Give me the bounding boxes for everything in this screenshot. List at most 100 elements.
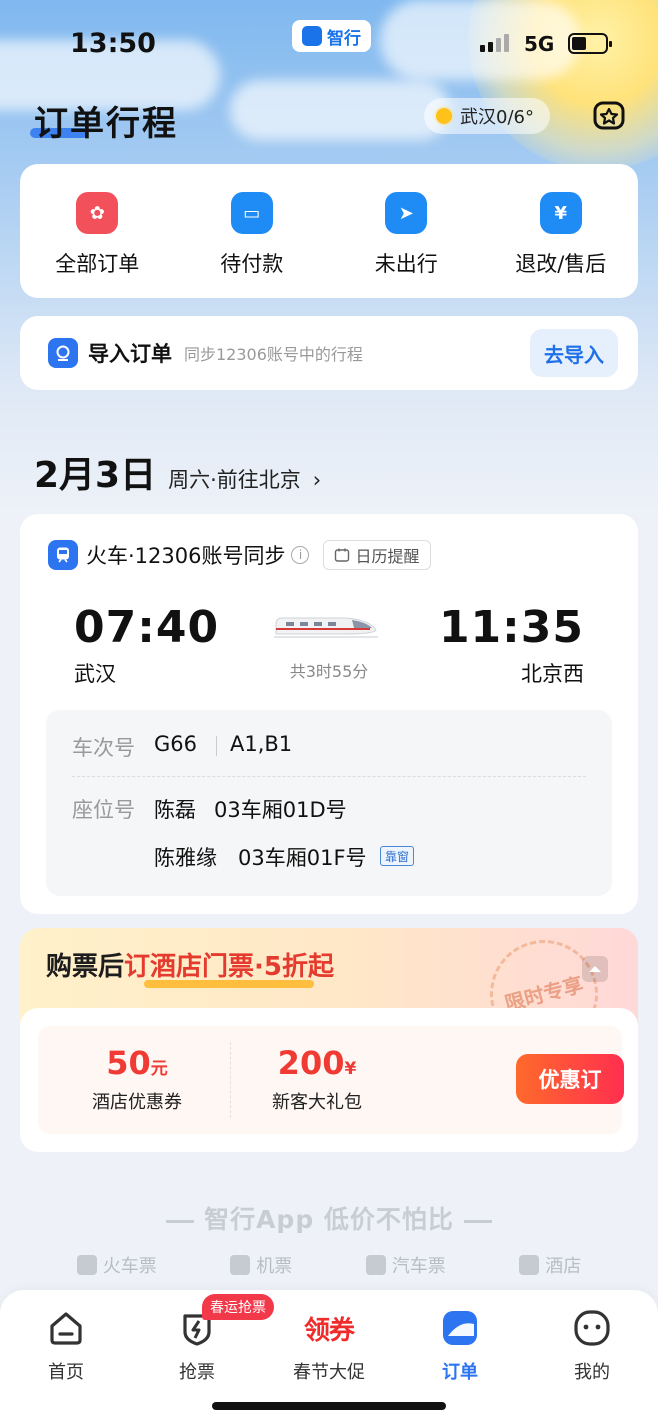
trip-type-label: 火车·12306账号同步 bbox=[86, 544, 286, 568]
status-time: 13:50 bbox=[70, 28, 156, 59]
trip-date-subtitle: 周六·前往北京 bbox=[168, 468, 301, 492]
hotel-icon bbox=[519, 1255, 540, 1275]
quick-link-label: 酒店 bbox=[545, 1256, 582, 1277]
menu-all-orders[interactable]: ✿ 全部订单 bbox=[20, 164, 175, 298]
menu-not-traveled[interactable]: ➤ 未出行 bbox=[329, 164, 484, 298]
bus-icon bbox=[365, 1255, 386, 1275]
import-title: 导入订单 bbox=[88, 342, 172, 366]
quick-link-label: 火车票 bbox=[102, 1256, 157, 1277]
menu-refund-after-sales[interactable]: ¥ 退改/售后 bbox=[484, 164, 639, 298]
sun-icon bbox=[436, 108, 452, 124]
trip-date: 2月3日 bbox=[34, 455, 157, 496]
coupon-unit: 元 bbox=[150, 1059, 168, 1079]
menu-label: 未出行 bbox=[374, 252, 438, 276]
coupon-unit: ¥ bbox=[344, 1059, 357, 1079]
menu-label: 全部订单 bbox=[55, 252, 140, 276]
signal-icon bbox=[480, 34, 509, 52]
ticket-detail-box: 车次号 G66 A1,B1 座位号 陈磊 03车厢01D号 陈雅缘 03车厢01… bbox=[46, 710, 612, 896]
quick-link-flight[interactable]: 机票 bbox=[230, 1252, 292, 1278]
train-number-label: 车次号 bbox=[72, 736, 135, 760]
trip-date-header[interactable]: 2月3日 周六·前往北京 › bbox=[34, 446, 321, 498]
orders-icon bbox=[443, 1311, 477, 1345]
all-orders-icon: ✿ bbox=[76, 192, 119, 234]
status-bar: 13:50 智行 5G bbox=[0, 0, 658, 90]
coupon-amount: 50 bbox=[106, 1044, 151, 1082]
home-indicator[interactable] bbox=[212, 1402, 446, 1410]
app-logo-icon bbox=[302, 26, 322, 46]
wallet-icon: ▭ bbox=[230, 192, 273, 234]
yen-icon: ¥ bbox=[539, 192, 582, 234]
go-import-button[interactable]: 去导入 bbox=[530, 329, 618, 377]
coupon-label: 酒店优惠券 bbox=[92, 1092, 182, 1113]
promo-title-part: 购票后 bbox=[46, 952, 125, 982]
calendar-icon bbox=[335, 548, 350, 562]
coupon-icon: 领券 bbox=[303, 1315, 355, 1346]
plane-icon bbox=[230, 1255, 251, 1275]
trip-card[interactable]: 火车·12306账号同步 i 日历提醒 07:40 武汉 共3时55分 11:3… bbox=[20, 514, 638, 914]
tab-mine[interactable]: 我的 bbox=[542, 1308, 642, 1384]
close-ad-icon[interactable] bbox=[582, 956, 608, 982]
coupon-label: 新客大礼包 bbox=[272, 1092, 362, 1113]
tab-spring-festival[interactable]: 领券 春节大促 bbox=[279, 1308, 379, 1384]
passenger-seat: 03车厢01F号 bbox=[238, 846, 367, 870]
quick-link-label: 机票 bbox=[256, 1256, 293, 1277]
new-user-package[interactable]: 200¥ 新客大礼包 bbox=[254, 1044, 380, 1114]
passenger-name: 陈磊 bbox=[154, 798, 196, 822]
import-icon bbox=[48, 338, 78, 368]
promo-title-discount: 5折起 bbox=[263, 952, 335, 982]
promo-title: 购票后订酒店门票·5折起 bbox=[46, 946, 334, 983]
train-icon bbox=[48, 540, 78, 570]
tab-label: 抢票 bbox=[179, 1362, 215, 1383]
promo-title-highlight: 订酒店门票 bbox=[124, 952, 255, 982]
coupon-strip: 50元 酒店优惠券 200¥ 新客大礼包 优惠订 bbox=[38, 1026, 624, 1134]
menu-label: 待付款 bbox=[220, 252, 284, 276]
coupon-divider bbox=[230, 1042, 231, 1118]
passenger-name: 陈雅缘 bbox=[154, 846, 217, 870]
quick-link-bus[interactable]: 汽车票 bbox=[365, 1252, 446, 1278]
spring-rush-badge: 春运抢票 bbox=[202, 1294, 274, 1320]
quick-link-train[interactable]: 火车票 bbox=[76, 1252, 157, 1278]
navigation-icon: ➤ bbox=[385, 192, 428, 234]
page-title: 订单行程 bbox=[34, 104, 178, 144]
hotel-coupon[interactable]: 50元 酒店优惠券 bbox=[74, 1044, 200, 1114]
train-icon bbox=[76, 1255, 97, 1275]
battery-icon bbox=[568, 33, 612, 54]
departure-time: 07:40 bbox=[74, 602, 220, 653]
high-speed-train-icon bbox=[274, 617, 378, 638]
menu-label: 退改/售后 bbox=[515, 252, 607, 276]
info-icon[interactable]: i bbox=[291, 546, 310, 564]
weather-text: 武汉0/6° bbox=[460, 107, 534, 128]
tab-label: 首页 bbox=[48, 1362, 84, 1383]
discount-book-button[interactable]: 优惠订 bbox=[516, 1054, 624, 1104]
slogan-text: 智行App 低价不怕比 bbox=[204, 1205, 454, 1234]
divider bbox=[216, 736, 217, 756]
boarding-gate: A1,B1 bbox=[230, 732, 293, 756]
window-seat-badge: 靠窗 bbox=[380, 846, 415, 866]
quick-links: 火车票 机票 汽车票 酒店 bbox=[0, 1252, 658, 1278]
train-number: G66 bbox=[154, 732, 197, 756]
network-label: 5G bbox=[524, 32, 555, 56]
seat-number-label: 座位号 bbox=[72, 798, 135, 822]
weather-widget[interactable]: 武汉0/6° bbox=[424, 98, 550, 134]
menu-pending-payment[interactable]: ▭ 待付款 bbox=[175, 164, 330, 298]
import-subtitle: 同步12306账号中的行程 bbox=[184, 345, 363, 364]
coupon-amount: 200 bbox=[277, 1044, 345, 1082]
tab-orders[interactable]: 订单 bbox=[410, 1308, 510, 1384]
dashed-divider bbox=[72, 776, 586, 777]
camera-icon[interactable] bbox=[592, 98, 626, 132]
calendar-reminder-button[interactable]: 日历提醒 bbox=[323, 540, 431, 570]
tab-home[interactable]: 首页 bbox=[16, 1308, 116, 1384]
trip-card-header: 火车·12306账号同步 i 日历提醒 bbox=[48, 540, 431, 570]
import-orders-bar[interactable]: 导入订单 同步12306账号中的行程 去导入 bbox=[20, 316, 638, 390]
quick-link-hotel[interactable]: 酒店 bbox=[519, 1252, 581, 1278]
tab-label: 我的 bbox=[574, 1362, 610, 1383]
arrival-time: 11:35 bbox=[438, 602, 584, 653]
profile-face-icon bbox=[574, 1310, 610, 1346]
chevron-right-icon: › bbox=[312, 468, 322, 492]
app-pill: 智行 bbox=[292, 20, 371, 52]
calendar-reminder-label: 日历提醒 bbox=[355, 547, 420, 566]
order-menu-card: ✿ 全部订单 ▭ 待付款 ➤ 未出行 ¥ 退改/售后 bbox=[20, 164, 638, 298]
tab-label: 订单 bbox=[442, 1362, 478, 1383]
tab-label: 春节大促 bbox=[293, 1362, 365, 1383]
coupon-card: 50元 酒店优惠券 200¥ 新客大礼包 优惠订 bbox=[20, 1008, 638, 1152]
